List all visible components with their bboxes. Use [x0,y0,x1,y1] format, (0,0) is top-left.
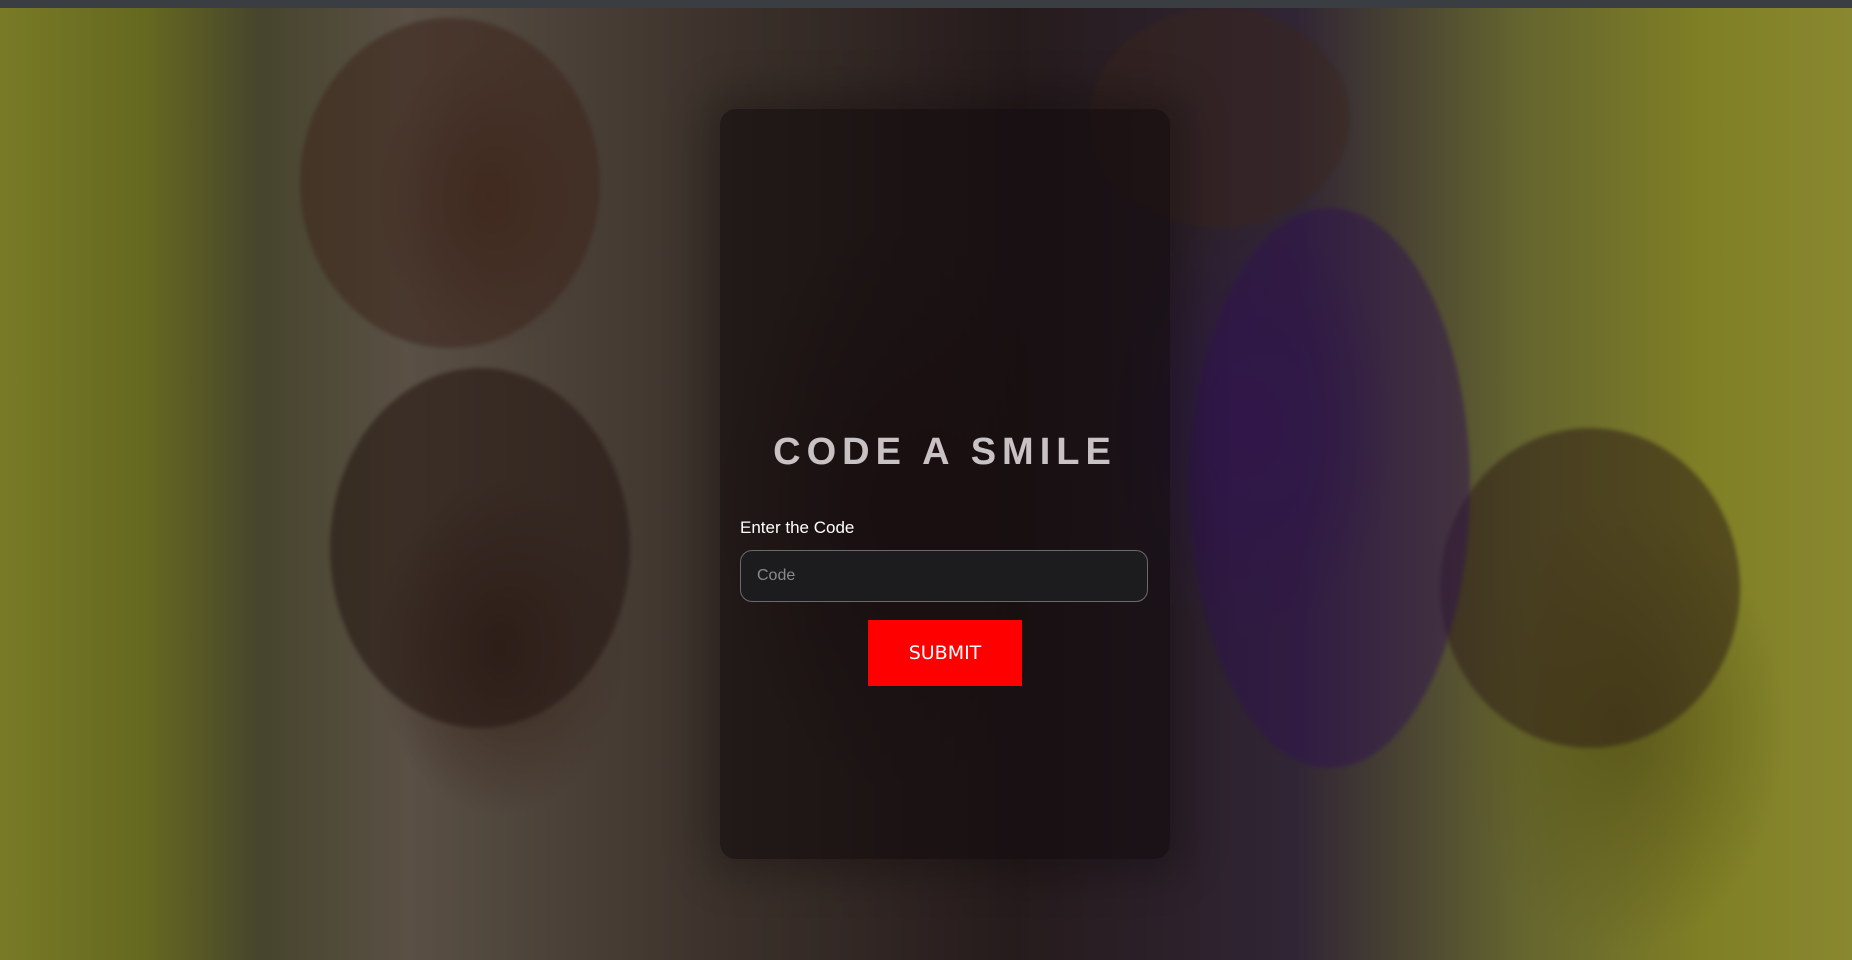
submit-button[interactable]: SUBMIT [868,620,1022,686]
background-figure [1440,428,1740,748]
browser-top-bar [0,0,1852,8]
login-card: CODE A SMILE Enter the Code SUBMIT [720,109,1170,859]
code-input[interactable] [740,550,1148,602]
background-figure [300,18,600,348]
page-title: CODE A SMILE [773,431,1117,473]
background-figure [330,368,630,728]
code-field-label: Enter the Code [740,518,855,537]
background-figure [1190,208,1470,768]
